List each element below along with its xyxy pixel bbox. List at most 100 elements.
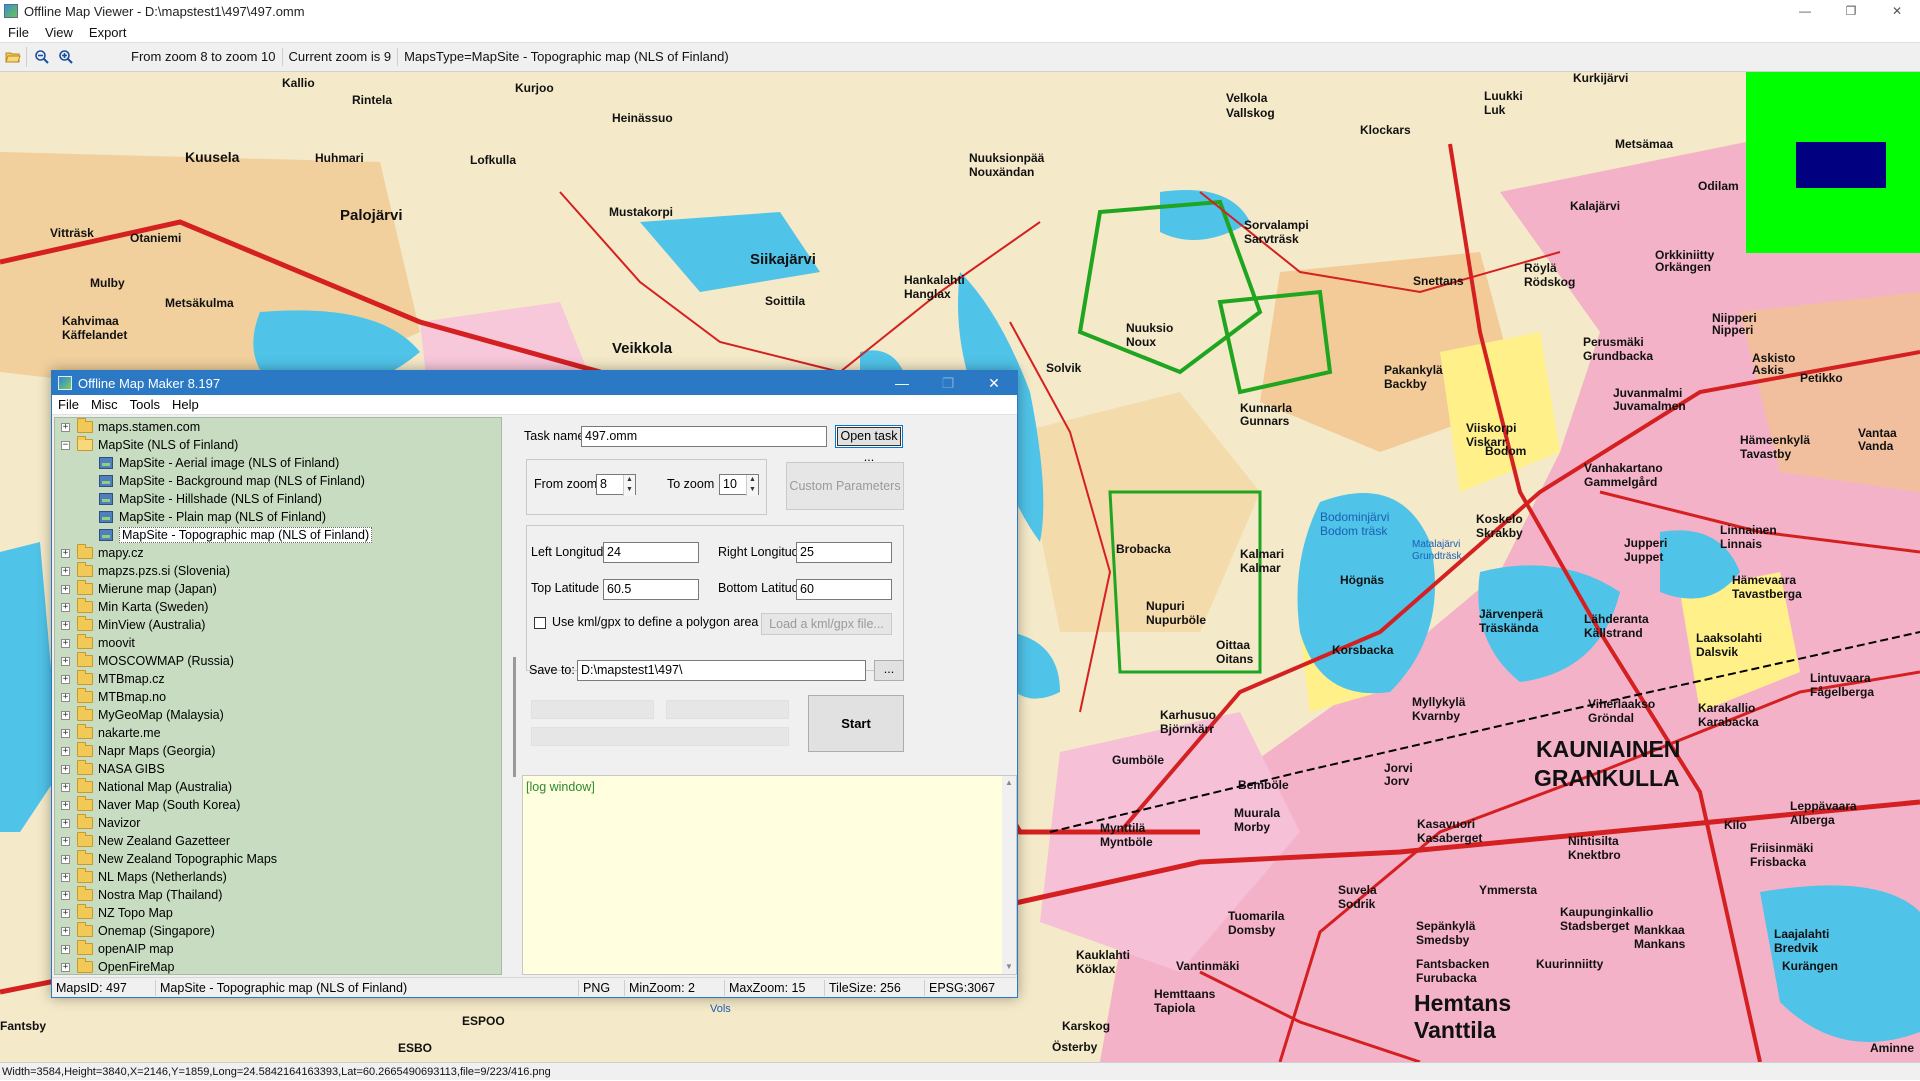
expand-icon[interactable]: +	[61, 674, 70, 684]
map-label: Friisinmäki	[1750, 841, 1813, 855]
to-zoom-stepper[interactable]: 10 ▲ ▼	[719, 474, 759, 496]
dialog-minimize-button[interactable]: —	[879, 371, 925, 395]
tree-folder-item[interactable]: + MOSCOWMAP (Russia)	[55, 652, 501, 670]
menu-export[interactable]: Export	[81, 25, 135, 40]
expand-icon[interactable]: +	[61, 620, 70, 630]
from-zoom-stepper[interactable]: 8 ▲ ▼	[596, 474, 636, 496]
zoom-in-icon[interactable]	[55, 46, 77, 68]
dialog-menu-tools[interactable]: Tools	[124, 397, 166, 412]
expand-icon[interactable]: +	[61, 926, 70, 936]
tree-folder-item[interactable]: + National Map (Australia)	[55, 778, 501, 796]
to-zoom-spinner[interactable]: ▲ ▼	[746, 475, 758, 496]
tree-folder-item[interactable]: + Nostra Map (Thailand)	[55, 886, 501, 904]
tree-leaf-item[interactable]: MapSite - Background map (NLS of Finland…	[55, 472, 501, 490]
tree-folder-item[interactable]: + New Zealand Gazetteer	[55, 832, 501, 850]
tree-folder-item[interactable]: + Napr Maps (Georgia)	[55, 742, 501, 760]
start-button[interactable]: Start	[808, 695, 904, 752]
left-longitude-input[interactable]: 24	[603, 542, 699, 563]
expand-icon[interactable]: +	[61, 908, 70, 918]
spin-down-icon[interactable]: ▼	[747, 485, 758, 495]
tree-folder-item[interactable]: + MyGeoMap (Malaysia)	[55, 706, 501, 724]
tree-folder-item[interactable]: + mapzs.pzs.si (Slovenia)	[55, 562, 501, 580]
menu-file[interactable]: File	[0, 25, 37, 40]
tree-folder-item[interactable]: + openAIP map	[55, 940, 501, 958]
overview-viewport[interactable]	[1796, 142, 1886, 188]
tree-folder-item[interactable]: + nakarte.me	[55, 724, 501, 742]
browse-button[interactable]: ...	[874, 660, 904, 681]
expand-icon[interactable]: +	[61, 422, 70, 432]
tree-folder-item[interactable]: + NZ Topo Map	[55, 904, 501, 922]
expand-icon[interactable]: +	[61, 962, 70, 972]
expand-icon[interactable]: +	[61, 710, 70, 720]
dialog-menu-file[interactable]: File	[52, 397, 85, 412]
tree-folder-item[interactable]: + moovit	[55, 634, 501, 652]
maximize-button[interactable]: ❐	[1828, 0, 1874, 22]
tree-leaf-item[interactable]: MapSite - Topographic map (NLS of Finlan…	[55, 526, 501, 544]
expand-icon[interactable]: +	[61, 548, 70, 558]
tree-folder-item[interactable]: + Mierune map (Japan)	[55, 580, 501, 598]
expand-icon[interactable]: +	[61, 728, 70, 738]
tree-folder-item[interactable]: + NL Maps (Netherlands)	[55, 868, 501, 886]
tree-folder-item[interactable]: + OpenFireMap	[55, 958, 501, 974]
tree-folder-item[interactable]: + MTBmap.cz	[55, 670, 501, 688]
tree-scrollbar[interactable]	[509, 417, 523, 975]
expand-icon[interactable]: +	[61, 800, 70, 810]
overview-minimap[interactable]	[1746, 72, 1920, 253]
scroll-up-icon[interactable]: ▲	[1002, 776, 1016, 790]
tree-scrollbar-thumb[interactable]	[513, 657, 516, 777]
bottom-latitude-input[interactable]: 60	[796, 579, 892, 600]
save-to-input[interactable]: D:\mapstest1\497\	[577, 660, 866, 681]
tree-folder-item[interactable]: + Min Karta (Sweden)	[55, 598, 501, 616]
expand-icon[interactable]: +	[61, 656, 70, 666]
tree-folder-item[interactable]: + Naver Map (South Korea)	[55, 796, 501, 814]
expand-icon[interactable]: +	[61, 944, 70, 954]
tree-folder-item[interactable]: + New Zealand Topographic Maps	[55, 850, 501, 868]
tree-folder-item[interactable]: + Navizor	[55, 814, 501, 832]
dialog-menu-misc[interactable]: Misc	[85, 397, 124, 412]
tree-leaf-item[interactable]: MapSite - Hillshade (NLS of Finland)	[55, 490, 501, 508]
tree-folder-item[interactable]: + Onemap (Singapore)	[55, 922, 501, 940]
minimize-button[interactable]: —	[1782, 0, 1828, 22]
from-zoom-spinner[interactable]: ▲ ▼	[623, 475, 635, 496]
spin-up-icon[interactable]: ▲	[624, 475, 635, 485]
log-window[interactable]: [log window] ▲ ▼	[522, 775, 1017, 975]
zoom-out-icon[interactable]	[31, 46, 53, 68]
dialog-menu-help[interactable]: Help	[166, 397, 205, 412]
open-folder-icon[interactable]	[2, 46, 24, 68]
top-latitude-input[interactable]: 60.5	[603, 579, 699, 600]
tree-folder-item[interactable]: − MapSite (NLS of Finland)	[55, 436, 501, 454]
open-task-button[interactable]: Open task ...	[835, 425, 903, 464]
expand-icon[interactable]: +	[61, 746, 70, 756]
expand-icon[interactable]: +	[61, 872, 70, 882]
log-scrollbar[interactable]: ▲ ▼	[1002, 776, 1016, 974]
kml-polygon-checkbox[interactable]	[534, 617, 546, 629]
collapse-icon[interactable]: −	[61, 440, 70, 450]
tree-leaf-item[interactable]: MapSite - Plain map (NLS of Finland)	[55, 508, 501, 526]
expand-icon[interactable]: +	[61, 692, 70, 702]
tree-folder-item[interactable]: + NASA GIBS	[55, 760, 501, 778]
expand-icon[interactable]: +	[61, 782, 70, 792]
expand-icon[interactable]: +	[61, 764, 70, 774]
tree-folder-item[interactable]: + MinView (Australia)	[55, 616, 501, 634]
map-source-tree[interactable]: + maps.stamen.com − MapSite (NLS of Finland…	[54, 417, 502, 975]
spin-down-icon[interactable]: ▼	[624, 485, 635, 495]
menu-view[interactable]: View	[37, 25, 81, 40]
expand-icon[interactable]: +	[61, 890, 70, 900]
dialog-close-button[interactable]: ✕	[971, 371, 1017, 395]
task-name-input[interactable]: 497.omm	[581, 426, 827, 447]
expand-icon[interactable]: +	[61, 638, 70, 648]
expand-icon[interactable]: +	[61, 818, 70, 828]
tree-folder-item[interactable]: + mapy.cz	[55, 544, 501, 562]
tree-folder-item[interactable]: + MTBmap.no	[55, 688, 501, 706]
scroll-down-icon[interactable]: ▼	[1002, 960, 1016, 974]
expand-icon[interactable]: +	[61, 854, 70, 864]
expand-icon[interactable]: +	[61, 566, 70, 576]
close-button[interactable]: ✕	[1874, 0, 1920, 22]
tree-folder-item[interactable]: + maps.stamen.com	[55, 418, 501, 436]
expand-icon[interactable]: +	[61, 602, 70, 612]
spin-up-icon[interactable]: ▲	[747, 475, 758, 485]
expand-icon[interactable]: +	[61, 836, 70, 846]
right-longitude-input[interactable]: 25	[796, 542, 892, 563]
expand-icon[interactable]: +	[61, 584, 70, 594]
tree-leaf-item[interactable]: MapSite - Aerial image (NLS of Finland)	[55, 454, 501, 472]
